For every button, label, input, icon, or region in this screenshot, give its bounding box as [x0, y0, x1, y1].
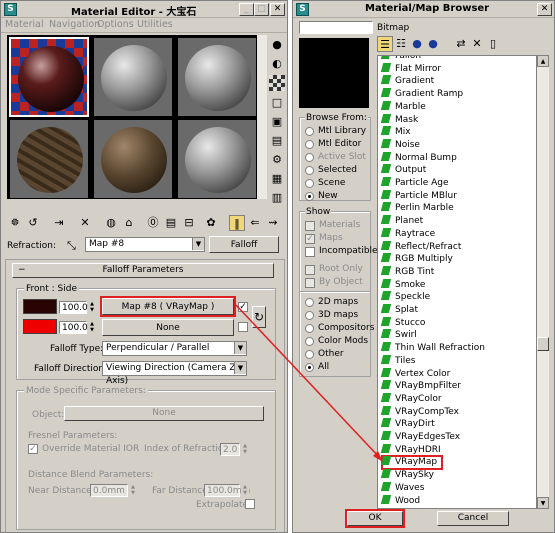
annotation-arrow — [235, 304, 383, 462]
arrow-line — [235, 304, 381, 459]
